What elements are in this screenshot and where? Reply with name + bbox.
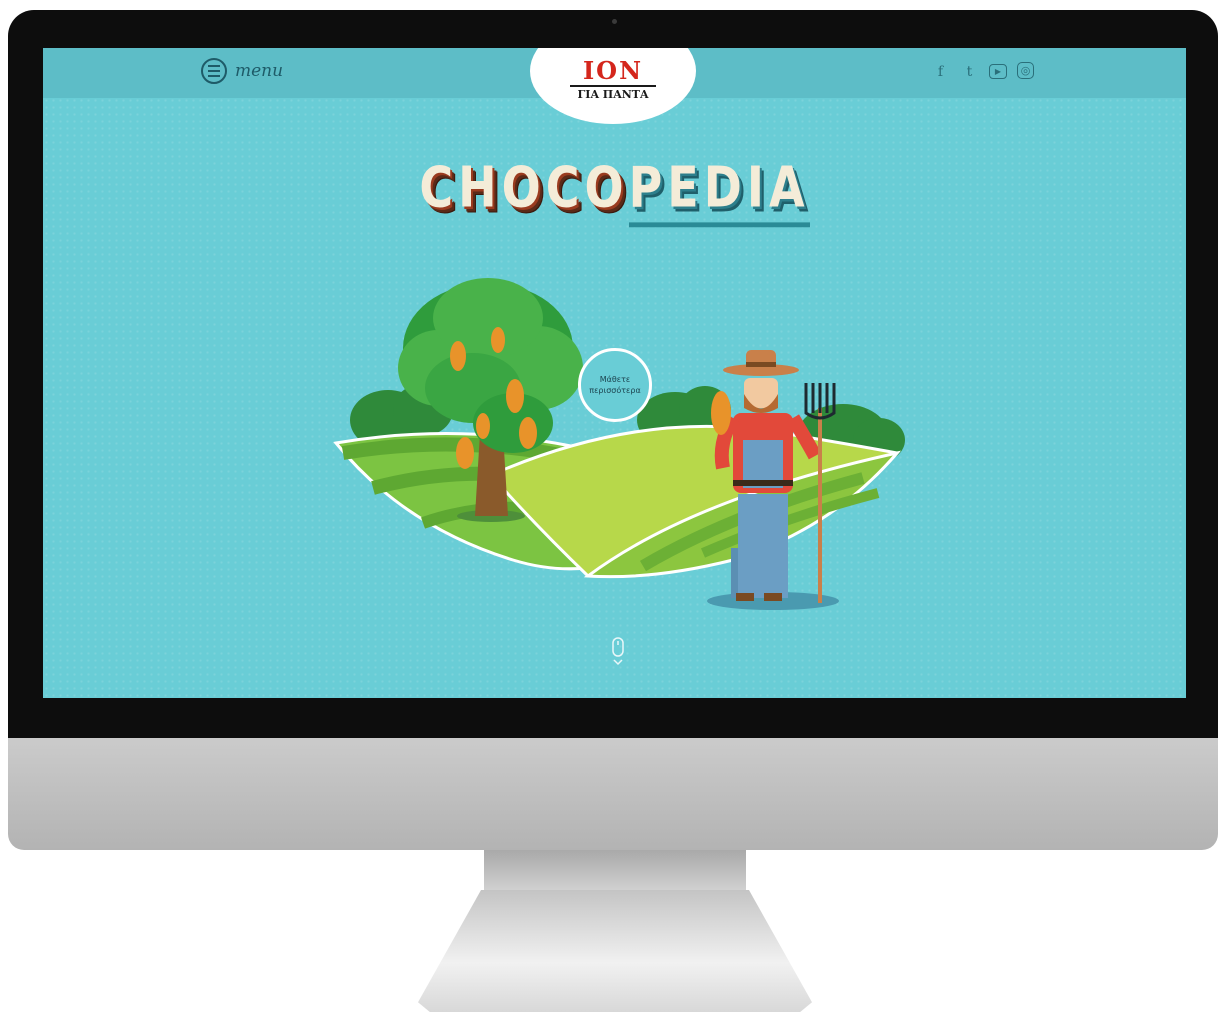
webcam-dot xyxy=(612,19,617,24)
learn-more-button[interactable]: Μάθετε περισσότερα xyxy=(578,348,652,422)
website-screen: menu ΙΟΝ ΓΙΑ ΠΑΝΤΑ f t ▶ ◎ CHOCOPEDIA Μά… xyxy=(43,48,1186,698)
monitor-stand xyxy=(418,890,812,1012)
monitor-chin xyxy=(8,738,1218,850)
monitor-neck xyxy=(484,850,746,892)
scroll-mouse-icon[interactable] xyxy=(611,636,625,666)
